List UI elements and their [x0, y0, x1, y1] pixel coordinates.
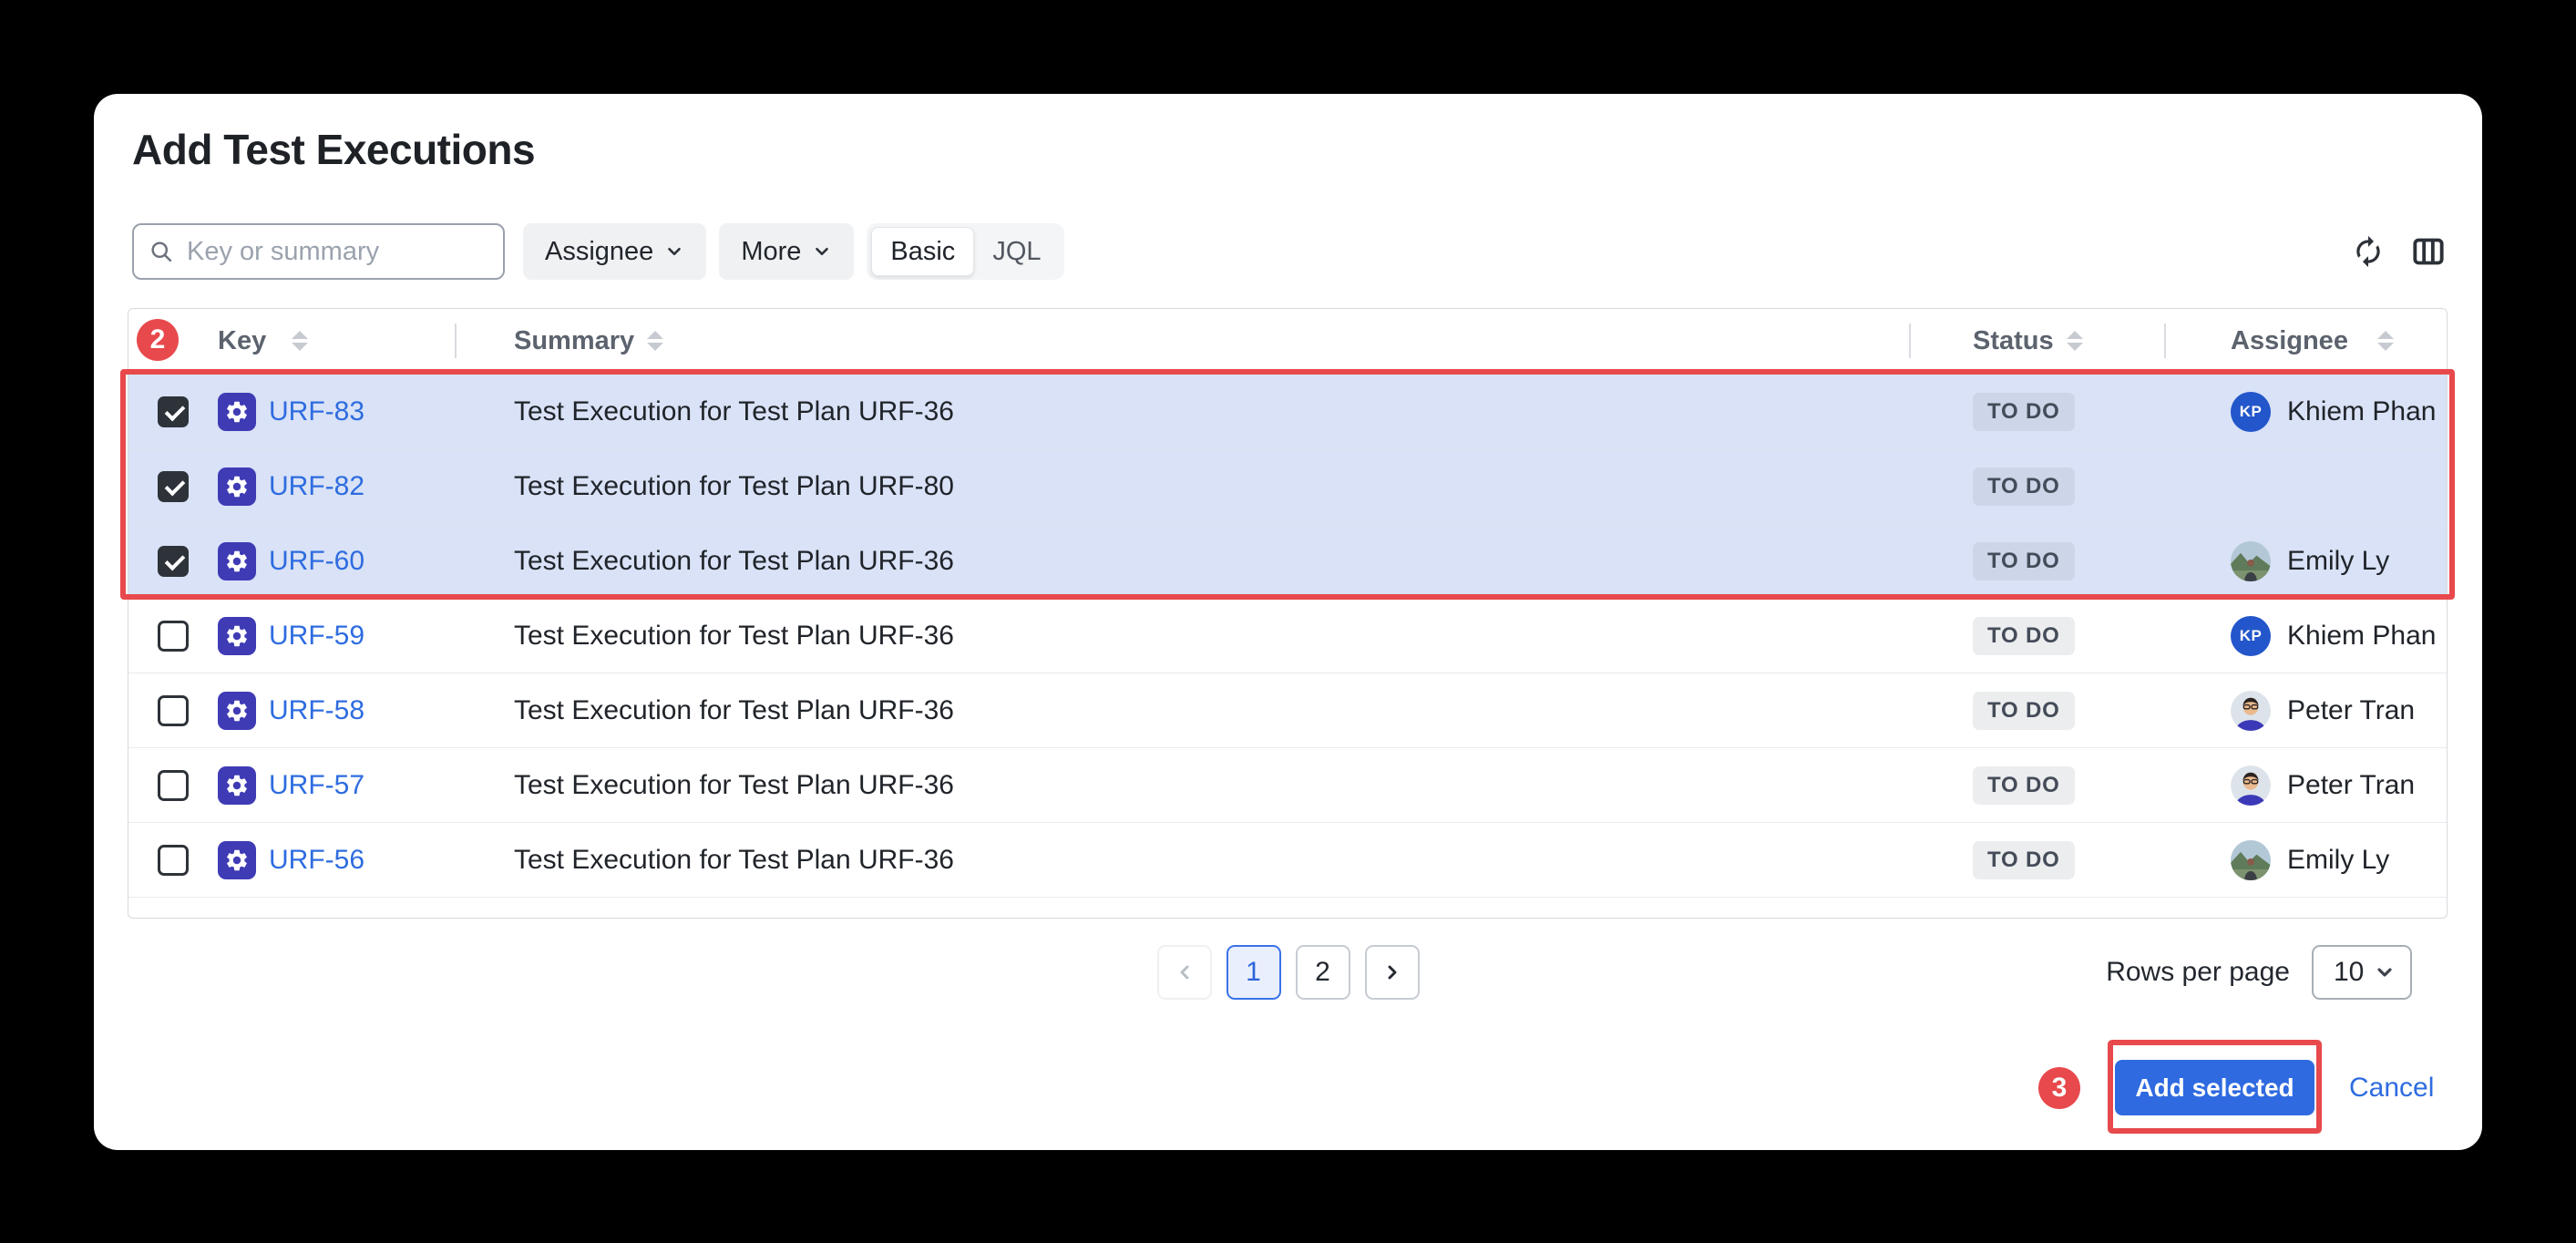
- more-filter-button[interactable]: More: [719, 223, 855, 280]
- table-row[interactable]: URF-56 Test Execution for Test Plan URF-…: [128, 822, 2447, 897]
- chevron-right-icon: [1388, 965, 1396, 980]
- assignee-filter-button[interactable]: Assignee: [523, 223, 707, 280]
- tab-jql[interactable]: JQL: [974, 228, 1059, 275]
- row-summary: Test Execution for Test Plan URF-36: [514, 694, 954, 725]
- row-summary: Test Execution for Test Plan URF-36: [514, 769, 954, 800]
- assignee-name: Emily Ly: [2287, 844, 2390, 875]
- columns-icon: [2413, 238, 2444, 265]
- table-body: URF-83 Test Execution for Test Plan URF-…: [128, 375, 2447, 897]
- row-summary: Test Execution for Test Plan URF-36: [514, 396, 954, 426]
- assignee-avatar: KP: [2231, 615, 2271, 656]
- annotation-step-3-badge: 3: [2038, 1067, 2080, 1109]
- pagination: 1 2: [1156, 945, 1420, 1000]
- chevron-down-icon: [2377, 968, 2392, 977]
- row-summary: Test Execution for Test Plan URF-36: [514, 844, 954, 875]
- column-header-status[interactable]: Status: [1909, 309, 2164, 373]
- column-header-assignee[interactable]: Assignee: [2164, 309, 2447, 373]
- table-header-row: Key Summary Status Assignee: [128, 309, 2447, 375]
- test-execution-type-icon: [218, 541, 256, 580]
- table-row[interactable]: URF-58 Test Execution for Test Plan URF-…: [128, 673, 2447, 747]
- status-badge: TO DO: [1973, 392, 2075, 431]
- row-checkbox[interactable]: [158, 396, 189, 427]
- page-button-2[interactable]: 2: [1295, 945, 1350, 1000]
- row-checkbox[interactable]: [158, 844, 189, 876]
- issue-key-link[interactable]: URF-58: [269, 695, 364, 726]
- issue-key-link[interactable]: URF-57: [269, 770, 364, 801]
- assignee-avatar: [2231, 690, 2271, 731]
- sort-icon: [2376, 331, 2394, 351]
- assignee-avatar: [2231, 839, 2271, 880]
- assignee-avatar: KP: [2231, 391, 2271, 432]
- row-checkbox[interactable]: [158, 694, 189, 726]
- table-row[interactable]: URF-82 Test Execution for Test Plan URF-…: [128, 448, 2447, 523]
- test-execution-type-icon: [218, 616, 256, 655]
- status-badge: TO DO: [1973, 616, 2075, 655]
- row-checkbox[interactable]: [158, 470, 189, 502]
- test-execution-type-icon: [218, 840, 256, 879]
- assignee-avatar: [2231, 765, 2271, 806]
- table-row[interactable]: URF-57 Test Execution for Test Plan URF-…: [128, 747, 2447, 822]
- search-input[interactable]: [185, 235, 488, 268]
- assignee-name: Khiem Phan: [2287, 620, 2437, 651]
- chevron-down-icon: [816, 247, 829, 256]
- filter-toolbar: Assignee More Basic JQL: [132, 223, 2448, 280]
- issue-key-link[interactable]: URF-83: [269, 396, 364, 427]
- refresh-button[interactable]: [2348, 231, 2388, 272]
- prev-page-button[interactable]: [1156, 945, 1212, 1000]
- add-test-executions-dialog: Add Test Executions Assignee More Basic …: [94, 94, 2482, 1150]
- sort-icon: [292, 331, 309, 351]
- annotation-step-2-badge: 2: [137, 319, 179, 361]
- page-button-1[interactable]: 1: [1226, 945, 1281, 1000]
- row-summary: Test Execution for Test Plan URF-80: [514, 470, 954, 501]
- add-selected-button[interactable]: Add selected: [2115, 1060, 2314, 1115]
- tab-basic[interactable]: Basic: [871, 227, 975, 276]
- chevron-left-icon: [1180, 965, 1188, 980]
- test-executions-table: Key Summary Status Assignee URF-83 Test …: [120, 308, 2455, 919]
- sort-icon: [2066, 331, 2083, 351]
- row-summary: Test Execution for Test Plan URF-36: [514, 620, 954, 651]
- issue-key-link[interactable]: URF-60: [269, 546, 364, 577]
- status-badge: TO DO: [1973, 541, 2075, 580]
- issue-key-link[interactable]: URF-56: [269, 845, 364, 876]
- row-summary: Test Execution for Test Plan URF-36: [514, 545, 954, 576]
- row-checkbox[interactable]: [158, 769, 189, 801]
- assignee-name: Peter Tran: [2287, 694, 2416, 725]
- rows-per-page-select[interactable]: 10: [2312, 945, 2412, 1000]
- column-header-summary[interactable]: Summary: [455, 309, 1909, 373]
- issue-key-link[interactable]: URF-59: [269, 621, 364, 652]
- row-checkbox[interactable]: [158, 545, 189, 577]
- assignee-name: Khiem Phan: [2287, 396, 2437, 426]
- test-execution-type-icon: [218, 392, 256, 431]
- search-field[interactable]: [132, 223, 505, 280]
- cancel-link[interactable]: Cancel: [2349, 1073, 2434, 1104]
- rows-per-page-label: Rows per page: [2106, 957, 2290, 987]
- sort-icon: [647, 331, 664, 351]
- assignee-avatar: [2231, 540, 2271, 581]
- column-header-key[interactable]: Key: [218, 309, 455, 373]
- refresh-icon: [2356, 235, 2380, 268]
- search-icon: [151, 241, 172, 262]
- assignee-name: Emily Ly: [2287, 545, 2390, 576]
- row-checkbox[interactable]: [158, 620, 189, 652]
- table-footer-strip: [128, 897, 2447, 918]
- table-row[interactable]: URF-83 Test Execution for Test Plan URF-…: [128, 375, 2447, 448]
- status-badge: TO DO: [1973, 840, 2075, 879]
- chevron-down-icon: [668, 247, 682, 256]
- issue-key-link[interactable]: URF-82: [269, 471, 364, 502]
- status-badge: TO DO: [1973, 765, 2075, 805]
- status-badge: TO DO: [1973, 691, 2075, 730]
- table-row[interactable]: URF-59 Test Execution for Test Plan URF-…: [128, 598, 2447, 673]
- test-execution-type-icon: [218, 765, 256, 805]
- next-page-button[interactable]: [1364, 945, 1420, 1000]
- assignee-name: Peter Tran: [2287, 769, 2416, 800]
- rows-per-page-control: Rows per page 10: [2106, 945, 2412, 1000]
- status-badge: TO DO: [1973, 467, 2075, 506]
- dialog-title: Add Test Executions: [132, 126, 536, 173]
- query-mode-toggle: Basic JQL: [867, 223, 1064, 280]
- test-execution-type-icon: [218, 691, 256, 730]
- test-execution-type-icon: [218, 467, 256, 506]
- table-row[interactable]: URF-60 Test Execution for Test Plan URF-…: [128, 523, 2447, 598]
- columns-settings-button[interactable]: [2408, 231, 2448, 272]
